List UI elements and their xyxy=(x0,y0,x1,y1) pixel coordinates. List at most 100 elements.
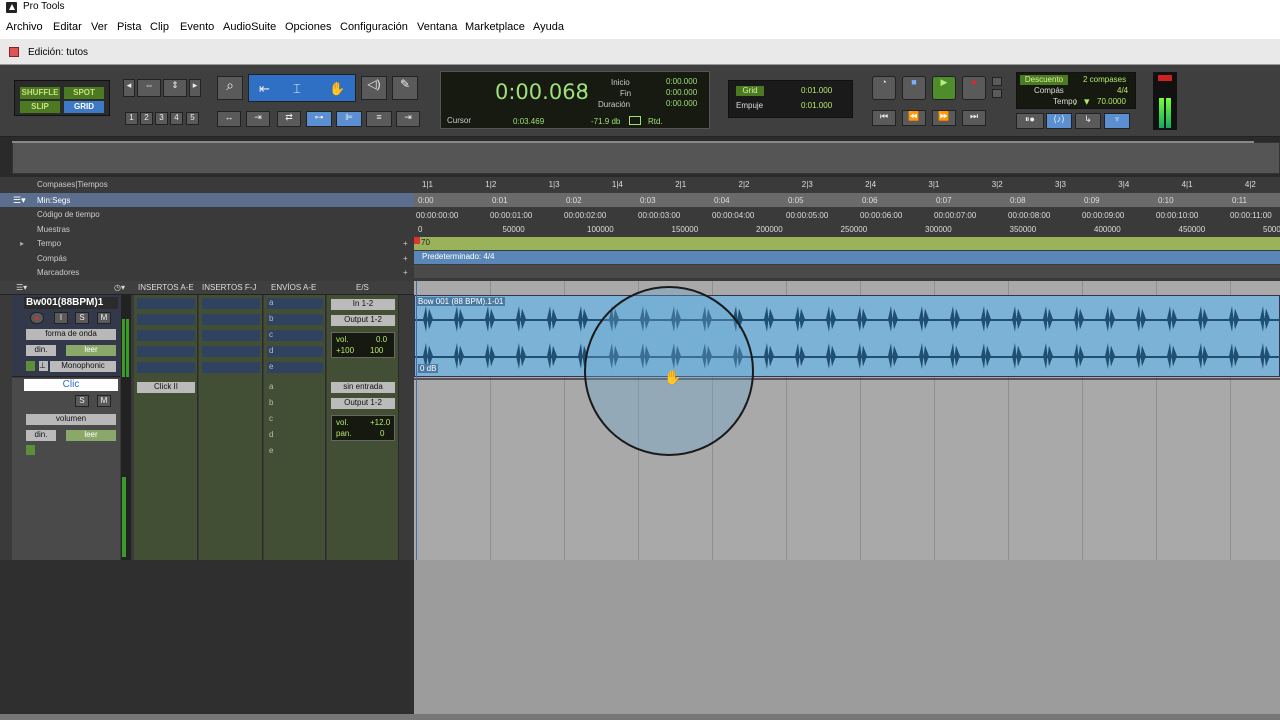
go-to-end-button[interactable]: ⏭ xyxy=(962,110,986,126)
audio-clip[interactable]: Bow 001 (88 BPM).1-01 0 dB xyxy=(414,295,1280,377)
counter-dropdown-icon[interactable]: ▾ xyxy=(583,86,587,95)
horizontal-scrollbar[interactable] xyxy=(0,714,1280,720)
menu-opciones[interactable]: Opciones xyxy=(285,21,331,33)
bars-beats-ruler[interactable]: 1|1 1|2 1|3 1|4 2|1 2|2 2|3 2|4 3|1 3|2 3|3 3|4 4|1 4… xyxy=(414,177,1280,191)
zoom-out-left-button[interactable]: ◂ xyxy=(123,79,135,97)
zoom-preset-4[interactable]: 4 xyxy=(170,112,183,125)
slip-mode-button[interactable]: SLIP xyxy=(20,101,60,113)
rtd-label[interactable]: Rtd. xyxy=(648,117,663,126)
zoom-preset-5[interactable]: 5 xyxy=(186,112,199,125)
track-1-automation-mode[interactable]: leer xyxy=(66,345,116,356)
menu-clip[interactable]: Clip xyxy=(150,21,169,33)
track-2-timebase-icon[interactable] xyxy=(26,445,35,455)
track-2-send-d[interactable]: d xyxy=(267,430,323,441)
shuffle-mode-button[interactable]: SHUFFLE xyxy=(20,87,60,99)
countoff-value[interactable]: 2 compases xyxy=(1083,75,1126,84)
track-2-output[interactable]: Output 1-2 xyxy=(331,398,395,409)
track-1-timebase-icon[interactable] xyxy=(26,361,35,371)
mirror-edit-button[interactable]: ⇄ xyxy=(277,111,301,127)
ruler-menu-icon[interactable]: ☰▾ xyxy=(13,195,31,205)
track-2-automation-label[interactable]: din. xyxy=(26,430,56,441)
zoom-preset-2[interactable]: 2 xyxy=(140,112,153,125)
add-marker-icon[interactable]: + xyxy=(403,268,408,277)
clip-gain-label[interactable]: 0 dB xyxy=(418,364,439,373)
play-button[interactable]: ▶ xyxy=(932,76,956,100)
track-1-insert-j[interactable] xyxy=(202,362,260,373)
menu-ventana[interactable]: Ventana xyxy=(417,21,457,33)
grid-value[interactable]: 0:01.000 xyxy=(801,86,832,95)
track-1-insert-h[interactable] xyxy=(202,330,260,341)
metronome-button[interactable]: ⟨♪⟩ xyxy=(1046,113,1072,129)
smart-tool-group[interactable]: ⇤ ⌶ ✋ xyxy=(248,74,356,102)
loop-toggle-button[interactable] xyxy=(992,77,1002,86)
track-2-input[interactable]: sin entrada xyxy=(331,382,395,393)
grid-mode-button[interactable]: GRID xyxy=(64,101,104,113)
track-1-insert-g[interactable] xyxy=(202,314,260,325)
start-value[interactable]: 0:00.000 xyxy=(666,77,697,86)
track-1-insert-f[interactable] xyxy=(202,298,260,309)
minsecs-ruler[interactable]: 0:00 0:01 0:02 0:03 0:04 0:05 0:06 0:07 0:08 0:09… xyxy=(414,193,1280,207)
track-1-input[interactable]: In 1-2 xyxy=(331,299,395,310)
track-2-name[interactable]: Clic xyxy=(24,379,118,391)
track-2-solo-button[interactable]: S xyxy=(75,395,89,407)
track-1-output[interactable]: Output 1-2 xyxy=(331,315,395,326)
track-2-automation-mode[interactable]: leer xyxy=(66,430,116,441)
track-2-mute-button[interactable]: M xyxy=(97,395,111,407)
markers-ruler[interactable] xyxy=(414,265,1280,278)
track-1-name[interactable]: Bw001(88BPM)1 xyxy=(24,297,118,309)
rewind-button[interactable]: ⏪ xyxy=(902,110,926,126)
menu-marketplace[interactable]: Marketplace xyxy=(465,21,525,33)
menu-ver[interactable]: Ver xyxy=(91,21,108,33)
keyboard-focus-icon[interactable] xyxy=(629,116,641,125)
track-1-automation-label[interactable]: din. xyxy=(26,345,56,356)
menu-editar[interactable]: Editar xyxy=(53,21,82,33)
main-counter[interactable]: 0:00.068 xyxy=(495,80,589,104)
add-tempo-icon[interactable]: + xyxy=(403,239,408,248)
zoom-preset-3[interactable]: 3 xyxy=(155,112,168,125)
menu-ayuda[interactable]: Ayuda xyxy=(533,21,564,33)
insertion-follows-button[interactable]: ≡ xyxy=(366,111,392,127)
track-1-view-select[interactable]: forma de onda xyxy=(26,329,116,340)
track-2-insert-click[interactable]: Click II xyxy=(137,382,195,393)
link-track-selection-button[interactable]: ⊶ xyxy=(306,111,332,127)
link-edit-button[interactable]: ⊫ xyxy=(336,111,362,127)
tempo-ruler[interactable]: 70 xyxy=(414,237,1280,250)
nudge-value[interactable]: 0:01.000 xyxy=(801,101,832,110)
track-1-insert-b[interactable] xyxy=(137,314,195,325)
conductor-button[interactable]: ♆ xyxy=(1104,113,1130,129)
track-1-record-button[interactable]: ● xyxy=(30,312,44,324)
track-1-insert-d[interactable] xyxy=(137,346,195,357)
playhead[interactable] xyxy=(416,281,417,560)
track-1-insert-a[interactable] xyxy=(137,298,195,309)
timecode-ruler[interactable]: 00:00:00:00 00:00:01:00 00:00:02:00 00:00:0… xyxy=(414,208,1280,222)
zoomer-tool-button[interactable]: ⌕ xyxy=(217,76,243,100)
tempo-marker[interactable]: 70 xyxy=(421,238,430,247)
pencil-tool-button[interactable]: ✎ xyxy=(392,76,418,100)
track-2-send-b[interactable]: b xyxy=(267,398,323,409)
menu-evento[interactable]: Evento xyxy=(180,21,214,33)
track-2-send-a[interactable]: a xyxy=(267,382,323,393)
track-1-input-monitor-button[interactable]: I xyxy=(54,312,68,324)
track-2-vol-pan-display[interactable]: vol. +12.0 pan. 0 xyxy=(331,415,395,441)
wait-for-note-button[interactable]: ⏸● xyxy=(1016,113,1044,129)
strip-scrollbar[interactable] xyxy=(12,141,1254,143)
track-options-icon[interactable]: ◷▾ xyxy=(114,283,125,292)
record-button[interactable]: ● xyxy=(962,76,986,100)
online-button[interactable]: ◔ xyxy=(872,76,896,100)
fast-forward-button[interactable]: ⏩ xyxy=(932,110,956,126)
waveform-zoom-button[interactable]: ⇔ xyxy=(137,79,161,97)
track-1-vol-pan-display[interactable]: vol. 0.0 +100 100 xyxy=(331,332,395,358)
menu-pista[interactable]: Pista xyxy=(117,21,141,33)
tab-to-transients-button[interactable]: ⇥ xyxy=(246,111,270,127)
track-1-send-c[interactable]: c xyxy=(267,330,323,341)
track-2-view-select[interactable]: volumen xyxy=(26,414,116,425)
zoom-in-right-button[interactable]: ▸ xyxy=(189,79,201,97)
meter-value[interactable]: 4/4 xyxy=(1117,86,1128,95)
add-meter-icon[interactable]: + xyxy=(403,254,408,263)
meter-marker[interactable]: Predeterminado: 4/4 xyxy=(422,252,495,261)
scrubber-tool-button[interactable]: ◁) xyxy=(361,76,387,100)
spot-mode-button[interactable]: SPOT xyxy=(64,87,104,99)
track-1-send-a[interactable]: a xyxy=(267,298,323,309)
snap-button[interactable]: ⇥ xyxy=(396,111,420,127)
meter-ruler[interactable]: Predeterminado: 4/4 xyxy=(414,251,1280,264)
